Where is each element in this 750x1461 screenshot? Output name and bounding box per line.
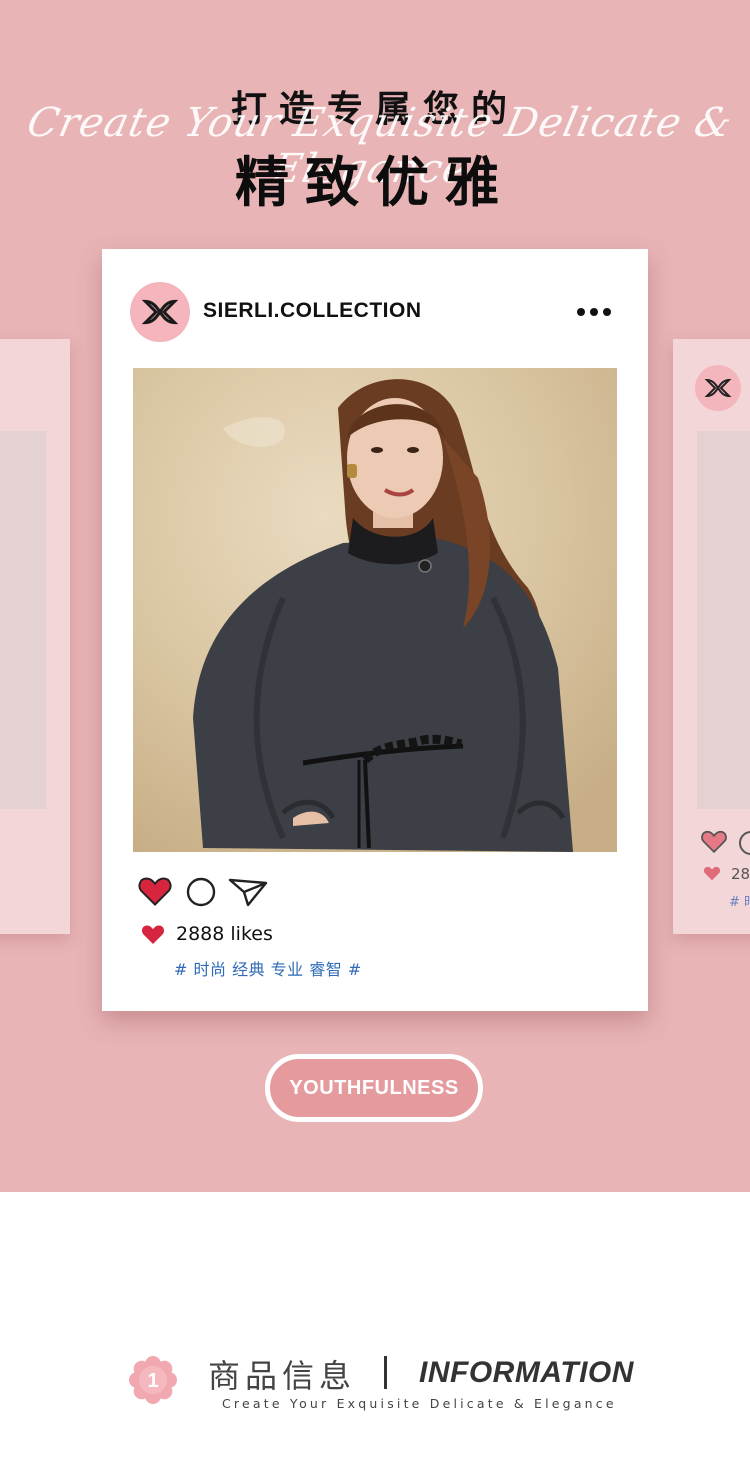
share-icon[interactable] [228, 877, 268, 907]
likes-count[interactable]: 2888 likes [176, 923, 273, 945]
youthfulness-button[interactable]: YOUTHFULNESS [265, 1054, 483, 1122]
section-subtitle: Create Your Exquisite Delicate & Eleganc… [222, 1396, 617, 1411]
post-card: SIERLI.COLLECTION 2888 likes # 时尚 经典 专业 … [102, 249, 648, 1011]
section-title-cn: 商品信息 [208, 1357, 357, 1395]
brand-logo-icon [695, 365, 741, 411]
youthfulness-label: YOUTHFULNESS [289, 1076, 459, 1099]
heart-icon[interactable] [138, 875, 172, 906]
heart-icon [703, 866, 721, 881]
post-photo [133, 368, 617, 852]
heart-icon [141, 925, 165, 944]
headline-line-2: 精致优雅 [235, 151, 515, 214]
side-card-right[interactable]: 288 # 时 [673, 339, 750, 934]
side-card-left[interactable] [0, 339, 70, 934]
comment-icon [739, 831, 750, 855]
comment-icon[interactable] [186, 877, 216, 907]
account-name[interactable]: SIERLI.COLLECTION [203, 299, 422, 323]
more-dots-icon[interactable] [572, 294, 616, 330]
side-hashtags: # 时 [729, 895, 750, 910]
side-card-photo-placeholder [0, 431, 46, 809]
section-divider [384, 1356, 387, 1389]
side-card-photo-placeholder [697, 431, 750, 809]
flower-badge-icon: 1 [129, 1356, 177, 1404]
heart-icon [701, 830, 727, 853]
section-number: 1 [147, 1370, 158, 1392]
hashtags[interactable]: # 时尚 经典 专业 睿智 # [174, 956, 362, 980]
brand-logo-icon[interactable] [130, 282, 190, 342]
section-title-en: INFORMATION [419, 1356, 634, 1389]
side-likes-count: 288 [731, 865, 750, 883]
hero-section: 打造专属您的 Create Your Exquisite Delicate & … [0, 0, 750, 1192]
